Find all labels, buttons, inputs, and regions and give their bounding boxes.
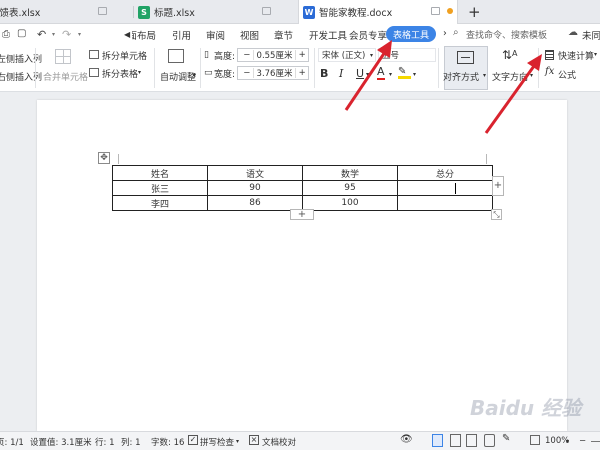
status-bar: 页: 1/1 设置值: 3.1厘米 行: 1 列: 1 字数: 16 ✓ 拼写检… [0,431,600,450]
zoom-slider[interactable] [591,441,600,442]
web-view-icon[interactable] [484,434,495,447]
red-arrow-icon [484,54,542,134]
page-view-icon[interactable] [432,434,443,447]
col-indicator: 列: 1 [121,438,141,448]
proofread-button[interactable]: 文档校对 [262,436,296,448]
proofread-icon[interactable]: × [249,435,259,445]
outline-view-icon[interactable] [450,434,461,447]
spell-check-icon[interactable]: ✓ [188,435,198,445]
setting-value[interactable]: 设置值: 3.1厘米 [30,436,92,448]
spell-check-dropdown-icon[interactable]: ▾ [236,438,239,445]
zoom-out-button[interactable]: − [579,436,586,446]
red-arrow-icon [344,40,392,111]
zoom-dropdown-icon[interactable]: ▾ [566,438,569,445]
eye-protection-icon[interactable]: 👁 [400,434,413,445]
row-indicator: 行: 1 [95,438,115,448]
reading-view-icon[interactable] [466,434,477,447]
watermark-logo: Baidu 经验 [470,396,582,420]
spell-check-button[interactable]: 拼写检查 [200,436,234,448]
fit-page-icon[interactable] [530,435,540,445]
write-mode-icon[interactable]: ✎ [502,433,510,444]
word-count[interactable]: 字数: 16 [151,436,184,448]
annotation-arrows [344,40,542,134]
page-count[interactable]: 页: 1/1 [0,436,24,448]
